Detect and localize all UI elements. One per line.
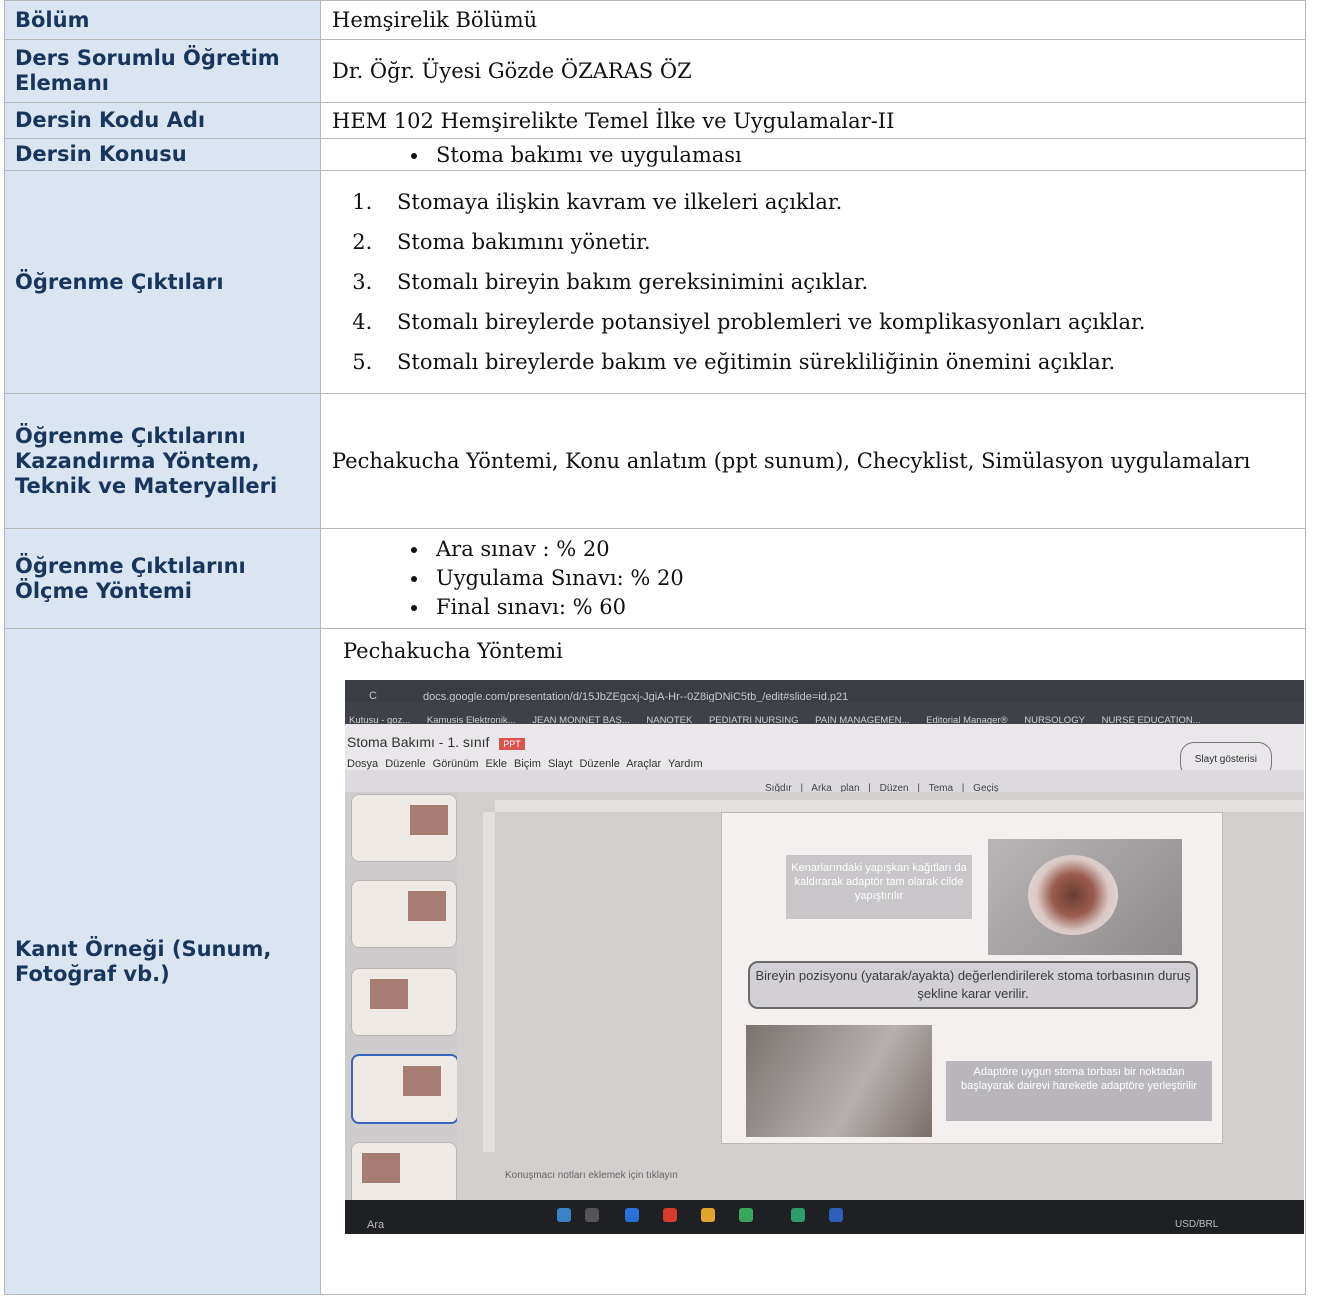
word-icon	[829, 1208, 843, 1222]
photo-toolbar: Sığdır | Arka plan | Düzen | Tema | Geçi…	[345, 770, 1304, 794]
outcome-item: Stoma bakımını yönetir.	[379, 222, 1295, 262]
value-kazandirma: Pechakucha Yöntemi, Konu anlatım (ppt su…	[320, 393, 1306, 529]
currency-widget: USD/BRL	[1175, 1219, 1219, 1230]
photo-app-header: Stoma Bakımı - 1. sınıf PPT Dosya Düzenl…	[345, 724, 1304, 778]
bookmark: Editorial Manager®	[926, 715, 1008, 724]
assessment-list: Ara sınav : % 20 Uygulama Sınavı: % 20 F…	[332, 535, 1295, 622]
slide-thumbnail-selected	[351, 1054, 459, 1124]
chrome-icon	[739, 1208, 753, 1222]
row-kanit: Kanıt Örneği (Sunum, Fotoğraf vb.) Pecha…	[4, 628, 1306, 1295]
slide-thumbnail	[351, 968, 457, 1036]
topic-item: Stoma bakımı ve uygulaması	[430, 140, 1295, 170]
speaker-notes: Konuşmacı notları eklemek için tıklayın	[505, 1170, 678, 1181]
evidence-title: Pechakucha Yöntemi	[343, 639, 563, 663]
app-icon	[557, 1208, 571, 1222]
photo-slide-panel	[345, 792, 459, 1234]
value-bolum: Hemşirelik Bölümü	[320, 0, 1306, 40]
outcome-item: Stomaya ilişkin kavram ve ilkeleri açıkl…	[379, 182, 1295, 222]
outcome-item: Stomalı bireylerde bakım ve eğitimin sür…	[379, 342, 1295, 382]
label-bolum: Bölüm	[4, 0, 321, 40]
value-olcme: Ara sınav : % 20 Uygulama Sınavı: % 20 F…	[320, 528, 1306, 629]
photo-browser-bar: C docs.google.com/presentation/d/15JbZEg…	[345, 680, 1304, 703]
assessment-item: Final sınavı: % 60	[430, 593, 1295, 622]
taskbar-search: Ara	[367, 1219, 385, 1231]
course-info-table: Bölüm Hemşirelik Bölümü Ders Sorumlu Öğr…	[4, 0, 1306, 1295]
label-kazandirma: Öğrenme Çıktılarını Kazandırma Yöntem, T…	[4, 393, 321, 529]
row-ogrenme-ciktilari: Öğrenme Çıktıları Stomaya ilişkin kavram…	[4, 170, 1306, 394]
photo-slide: Kenarlarındaki yapışkan kağıtları da kal…	[721, 812, 1223, 1144]
assessment-item: Ara sınav : % 20	[430, 535, 1295, 564]
value-kanit: Pechakucha Yöntemi C docs.google.com/pre…	[320, 628, 1306, 1295]
label-olcme: Öğrenme Çıktılarını Ölçme Yöntemi	[4, 528, 321, 629]
row-dersin-kodu: Dersin Kodu Adı HEM 102 Hemşirelikte Tem…	[4, 102, 1306, 139]
acrobat-icon	[663, 1208, 677, 1222]
photo-bookmarks: Kutusu - goz... Kamusis Elektronik... JE…	[345, 702, 1304, 724]
photo-ruler	[495, 800, 1304, 812]
stoma-photo	[988, 839, 1182, 955]
slide-thumbnail	[351, 880, 457, 948]
hands-photo	[746, 1025, 932, 1137]
bookmark: JEAN MONNET BAŞ...	[532, 715, 630, 724]
evidence-photo: C docs.google.com/presentation/d/15JbZEg…	[345, 680, 1304, 1234]
label-kanit: Kanıt Örneği (Sunum, Fotoğraf vb.)	[4, 628, 321, 1295]
photo-taskbar: Ara USD/BRL	[345, 1200, 1304, 1234]
label-dersin-konusu: Dersin Konusu	[4, 138, 321, 171]
row-ders-sorumlu: Ders Sorumlu Öğretim Elemanı Dr. Öğr. Üy…	[4, 39, 1306, 103]
topic-list: Stoma bakımı ve uygulaması	[332, 140, 1295, 170]
value-ders-sorumlu: Dr. Öğr. Üyesi Gözde ÖZARAS ÖZ	[320, 39, 1306, 103]
value-ogrenme-ciktilari: Stomaya ilişkin kavram ve ilkeleri açıkl…	[320, 170, 1306, 394]
bookmark: PEDIATRI NURSING	[708, 715, 799, 724]
ppt-badge: PPT	[499, 738, 525, 750]
bookmark: PAIN MANAGEMEN...	[815, 715, 910, 724]
value-dersin-konusu: Stoma bakımı ve uygulaması	[320, 138, 1306, 171]
photo-vertical-ruler	[483, 812, 495, 1152]
label-ders-sorumlu: Ders Sorumlu Öğretim Elemanı	[4, 39, 321, 103]
folder-icon	[701, 1208, 715, 1222]
row-bolum: Bölüm Hemşirelik Bölümü	[4, 0, 1306, 40]
slide-thumbnail	[351, 794, 457, 862]
bookmark: Kamusis Elektronik...	[426, 715, 516, 724]
label-dersin-kodu: Dersin Kodu Adı	[4, 102, 321, 139]
stoma-image	[1028, 855, 1118, 935]
label-ogrenme-ciktilari: Öğrenme Çıktıları	[4, 170, 321, 394]
app-icon	[585, 1208, 599, 1222]
doc-title-text: Stoma Bakımı - 1. sınıf	[347, 734, 490, 750]
row-olcme: Öğrenme Çıktılarını Ölçme Yöntemi Ara sı…	[4, 528, 1306, 629]
slide-callout: Bireyin pozisyonu (yatarak/ayakta) değer…	[748, 961, 1198, 1009]
slide-text-box: Kenarlarındaki yapışkan kağıtları da kal…	[786, 855, 972, 919]
bookmark: NURSE EDUCATION...	[1101, 715, 1201, 724]
outcome-item: Stomalı bireyin bakım gereksinimini açık…	[379, 262, 1295, 302]
bookmark: NANOTEK	[646, 715, 693, 724]
row-kazandirma: Öğrenme Çıktılarını Kazandırma Yöntem, T…	[4, 393, 1306, 529]
bookmark: NURSOLOGY	[1024, 715, 1085, 724]
bookmark: Kutusu - goz...	[349, 715, 411, 724]
outcomes-list: Stomaya ilişkin kavram ve ilkeleri açıkl…	[332, 182, 1295, 382]
row-dersin-konusu: Dersin Konusu Stoma bakımı ve uygulaması	[4, 138, 1306, 171]
excel-icon	[791, 1208, 805, 1222]
outcome-item: Stomalı bireylerde potansiyel problemler…	[379, 302, 1295, 342]
slide-text-box: Adaptöre uygun stoma torbası bir noktada…	[946, 1061, 1212, 1121]
value-dersin-kodu: HEM 102 Hemşirelikte Temel İlke ve Uygul…	[320, 102, 1306, 139]
edge-icon	[625, 1208, 639, 1222]
assessment-item: Uygulama Sınavı: % 20	[430, 564, 1295, 593]
